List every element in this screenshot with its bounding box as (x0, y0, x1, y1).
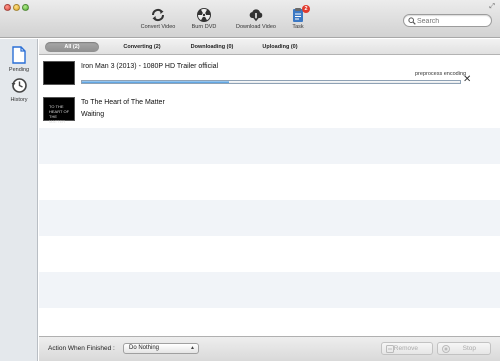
task-title: To The Heart of The Matter (81, 99, 165, 106)
progress-fill (82, 81, 230, 83)
history-icon (11, 78, 27, 93)
burn-icon (197, 8, 211, 22)
empty-row (39, 200, 500, 236)
window-close-button[interactable] (4, 4, 11, 11)
video-thumbnail: TO THE HEART OF THE MATTER (43, 97, 75, 124)
sidebar-item-history[interactable]: History (2, 76, 36, 103)
empty-row (39, 236, 500, 272)
document-icon (12, 46, 26, 64)
sidebar-item-label: History (10, 97, 28, 103)
empty-row (39, 272, 500, 308)
task-row[interactable]: TO THE HEART OF THE MATTER To The Heart of… (39, 92, 500, 128)
window-minimize-button[interactable] (13, 4, 20, 11)
progress-bar (81, 80, 461, 84)
action-when-finished-label: Action When Finished : (48, 345, 115, 352)
select-arrows-icon: ▲ (190, 345, 195, 351)
toolbar: ⤢ Convert Video Burn DVD Download Video (0, 0, 500, 38)
sidebar: Pending History (0, 39, 38, 361)
sidebar-item-pending[interactable]: Pending (2, 46, 36, 73)
search-input[interactable] (417, 16, 489, 26)
convert-icon (151, 9, 165, 21)
task-list: Iron Man 3 (2013) - 1080P HD Trailer off… (39, 56, 500, 336)
fullscreen-icon[interactable]: ⤢ (489, 3, 495, 11)
window-zoom-button[interactable] (22, 4, 29, 11)
burn-dvd-label: Burn DVD (191, 24, 217, 30)
video-thumbnail (43, 61, 75, 85)
tab-downloading[interactable]: Downloading (0) (181, 42, 243, 52)
task-label: Task (292, 24, 304, 30)
action-when-finished-select[interactable]: Do Nothing ▲ (123, 343, 199, 354)
tab-bar: All (2) Converting (2) Downloading (0) U… (39, 39, 500, 55)
task-badge: 2 (302, 5, 310, 13)
stop-label: Stop (462, 345, 476, 352)
task-row[interactable]: Iron Man 3 (2013) - 1080P HD Trailer off… (39, 56, 500, 92)
stop-button[interactable]: Stop (437, 342, 491, 355)
empty-row (39, 308, 500, 336)
empty-row (39, 128, 500, 164)
task-button[interactable]: 2 Task (270, 5, 326, 35)
tab-uploading[interactable]: Uploading (0) (251, 42, 309, 52)
thumbnail-text: TO THE HEART OF THE MATTER (49, 104, 70, 124)
cancel-task-icon[interactable]: ✕ (463, 75, 471, 85)
download-cloud-icon (249, 9, 263, 22)
stop-icon (442, 345, 450, 353)
empty-row (39, 164, 500, 200)
task-status: preprocess encoding (415, 71, 467, 77)
search-icon (408, 17, 416, 25)
burn-dvd-button[interactable]: Burn DVD (176, 7, 232, 35)
footer-bar: Action When Finished : Do Nothing ▲ Remo… (39, 336, 500, 361)
search-box[interactable] (403, 14, 492, 27)
sidebar-item-label: Pending (8, 67, 30, 73)
action-select-value: Do Nothing (129, 345, 160, 351)
tab-converting[interactable]: Converting (2) (113, 42, 171, 52)
remove-label: Remove (393, 345, 418, 352)
task-title: Iron Man 3 (2013) - 1080P HD Trailer off… (81, 63, 219, 70)
task-status: Waiting (81, 111, 105, 118)
remove-button[interactable]: Remove (381, 342, 433, 355)
tab-all[interactable]: All (2) (45, 42, 99, 52)
